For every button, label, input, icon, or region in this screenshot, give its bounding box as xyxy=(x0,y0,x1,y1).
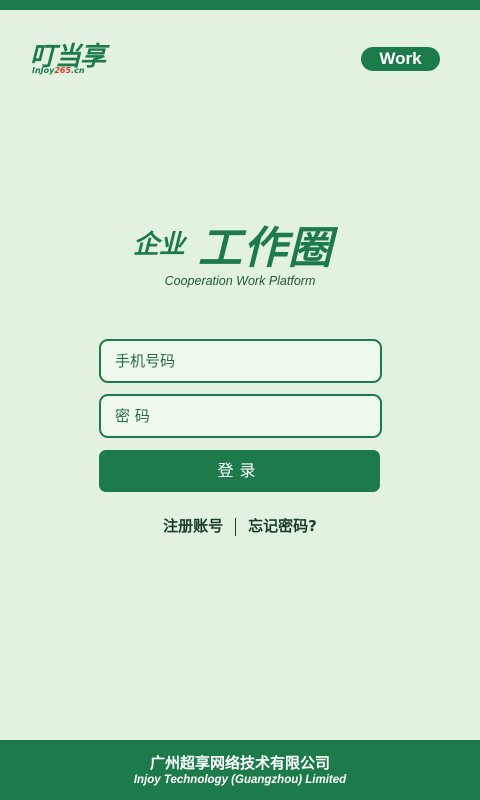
brand-title: 企业 工作圈 Cooperation Work Platform xyxy=(0,212,480,292)
phone-input[interactable] xyxy=(101,341,370,381)
app-logo: 叮当享 InJoy265.cn xyxy=(30,36,140,76)
footer: 广州超享网络技术有限公司 Injoy Technology (Guangzhou… xyxy=(0,740,480,800)
logo-domain-number: 265 xyxy=(54,66,72,75)
top-bar xyxy=(0,0,480,10)
password-field[interactable] xyxy=(99,394,382,438)
logo-domain-suffix: .cn xyxy=(71,66,85,75)
logo-domain: InJoy265.cn xyxy=(32,66,85,75)
phone-field[interactable] xyxy=(99,339,382,383)
forgot-password-link[interactable]: 忘记密码? xyxy=(248,517,317,535)
link-divider xyxy=(235,517,237,536)
logo-domain-prefix: InJoy xyxy=(32,66,55,75)
company-name-en: Injoy Technology (Guangzhou) Limited xyxy=(133,774,347,786)
brand-title-small: 企业 xyxy=(133,230,186,260)
work-badge: Work xyxy=(361,47,440,71)
brand-title-big: 工作圈 xyxy=(198,223,333,274)
register-link[interactable]: 注册账号 xyxy=(163,517,223,535)
brand-subtitle: Cooperation Work Platform xyxy=(164,274,316,288)
account-links: 注册账号 忘记密码? xyxy=(0,515,480,536)
login-button[interactable]: 登录 xyxy=(99,450,380,492)
company-name-cn: 广州超享网络技术有限公司 xyxy=(149,754,330,772)
password-input[interactable] xyxy=(101,396,370,436)
